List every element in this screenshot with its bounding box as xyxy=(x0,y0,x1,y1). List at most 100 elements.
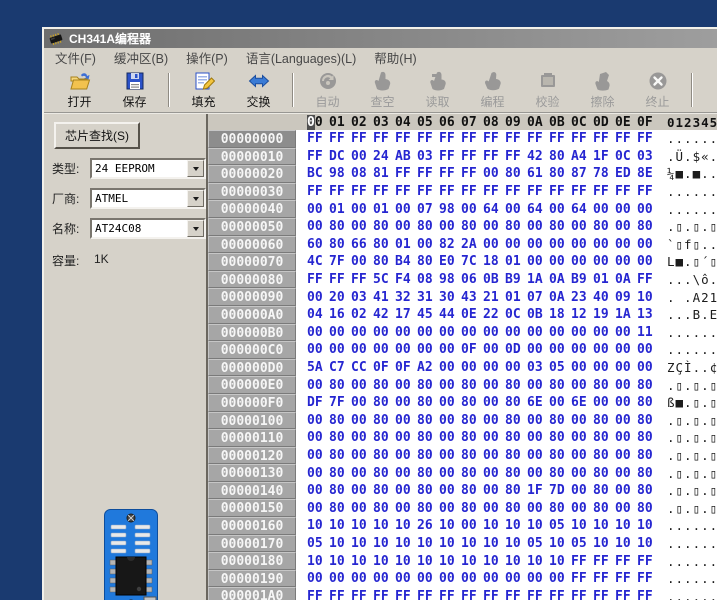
hex-byte-cell[interactable]: 80 xyxy=(593,483,615,498)
hex-byte-cell[interactable]: 0A xyxy=(549,290,571,305)
hex-byte-cell[interactable]: 87 xyxy=(571,166,593,181)
hex-byte-cell[interactable]: 64 xyxy=(571,202,593,217)
toolbar-button-fill[interactable]: 填充 xyxy=(176,69,231,111)
hex-byte-cell[interactable]: 10 xyxy=(373,518,395,533)
hex-byte-cell[interactable]: FF xyxy=(571,571,593,586)
hex-byte-cell[interactable]: FF xyxy=(351,589,373,600)
hex-byte-cell[interactable]: 6E xyxy=(527,395,549,410)
hex-byte-cell[interactable]: 80 xyxy=(417,413,439,428)
hex-byte-cell[interactable]: 80 xyxy=(417,483,439,498)
hex-byte-cell[interactable]: 00 xyxy=(461,202,483,217)
hex-byte-cell[interactable]: FF xyxy=(307,149,329,164)
hex-byte-cell[interactable]: 00 xyxy=(307,413,329,428)
hex-byte-cell[interactable]: FF xyxy=(395,184,417,199)
hex-byte-cell[interactable]: FF xyxy=(571,554,593,569)
hex-byte-cell[interactable]: 00 xyxy=(307,219,329,234)
hex-byte-cell[interactable]: 01 xyxy=(373,202,395,217)
hex-byte-cell[interactable]: FF xyxy=(593,571,615,586)
hex-byte-cell[interactable]: 80 xyxy=(329,448,351,463)
hex-byte-cell[interactable]: FF xyxy=(637,571,659,586)
hex-byte-cell[interactable]: 80 xyxy=(373,501,395,516)
hex-byte-cell[interactable]: 13 xyxy=(637,307,659,322)
hex-byte-cell[interactable]: 00 xyxy=(615,254,637,269)
hex-byte-cell[interactable]: 80 xyxy=(329,483,351,498)
hex-byte-cell[interactable]: FF xyxy=(527,184,549,199)
hex-byte-cell[interactable]: 05 xyxy=(549,518,571,533)
menu-item-file[interactable]: 文件(F) xyxy=(46,48,105,67)
hex-byte-cell[interactable]: 0F xyxy=(395,360,417,375)
hex-byte-cell[interactable]: 00 xyxy=(351,219,373,234)
hex-byte-cell[interactable]: 80 xyxy=(417,378,439,393)
hex-byte-cell[interactable]: 00 xyxy=(527,430,549,445)
hex-byte-cell[interactable]: 10 xyxy=(307,554,329,569)
dropdown-arrow-icon[interactable] xyxy=(187,190,204,207)
hex-byte-cell[interactable]: 17 xyxy=(395,307,417,322)
hex-byte-cell[interactable]: FF xyxy=(395,166,417,181)
hex-byte-cell[interactable]: 10 xyxy=(395,518,417,533)
hex-byte-cell[interactable]: 00 xyxy=(549,202,571,217)
hex-byte-cell[interactable]: 98 xyxy=(439,202,461,217)
hex-byte-cell[interactable]: 00 xyxy=(395,571,417,586)
ascii-cell[interactable]: . .A21 xyxy=(667,290,717,305)
hex-byte-cell[interactable]: 00 xyxy=(483,448,505,463)
ascii-cell[interactable]: ...... xyxy=(667,131,717,146)
hex-byte-cell[interactable]: 10 xyxy=(593,518,615,533)
hex-byte-cell[interactable]: 00 xyxy=(593,237,615,252)
hex-byte-cell[interactable]: 10 xyxy=(439,554,461,569)
hex-byte-cell[interactable]: 32 xyxy=(395,290,417,305)
hex-byte-cell[interactable]: 81 xyxy=(373,166,395,181)
hex-byte-cell[interactable]: 0A xyxy=(615,272,637,287)
ascii-cell[interactable]: ...... xyxy=(667,554,717,569)
ascii-cell[interactable]: ...... xyxy=(667,342,717,357)
hex-byte-cell[interactable]: FF xyxy=(461,166,483,181)
hex-byte-cell[interactable]: 80 xyxy=(417,466,439,481)
menu-item-language[interactable]: 语言(Languages)(L) xyxy=(237,48,365,67)
toolbar-button-open[interactable]: 打开 xyxy=(52,69,107,111)
ascii-cell[interactable]: ...\ô. xyxy=(667,272,717,287)
hex-byte-cell[interactable]: C7 xyxy=(329,360,351,375)
hex-byte-cell[interactable]: FF xyxy=(307,272,329,287)
hex-byte-cell[interactable]: 00 xyxy=(351,483,373,498)
hex-byte-cell[interactable]: 00 xyxy=(439,501,461,516)
hex-byte-cell[interactable]: FF xyxy=(329,272,351,287)
hex-byte-cell[interactable]: 80 xyxy=(549,466,571,481)
hex-byte-cell[interactable]: 80 xyxy=(549,413,571,428)
hex-byte-cell[interactable]: 00 xyxy=(527,571,549,586)
hex-byte-cell[interactable]: 80 xyxy=(461,466,483,481)
hex-byte-cell[interactable]: FF xyxy=(505,184,527,199)
hex-byte-cell[interactable]: 42 xyxy=(373,307,395,322)
hex-byte-cell[interactable]: 00 xyxy=(307,501,329,516)
hex-byte-cell[interactable]: FF xyxy=(329,184,351,199)
dropdown-arrow-icon[interactable] xyxy=(187,160,204,177)
hex-byte-cell[interactable]: 00 xyxy=(417,342,439,357)
toolbar-button-program[interactable]: 编程 xyxy=(465,69,520,111)
hex-byte-cell[interactable]: 1A xyxy=(527,272,549,287)
hex-byte-cell[interactable]: B9 xyxy=(505,272,527,287)
hex-byte-cell[interactable]: 00 xyxy=(417,571,439,586)
hex-byte-cell[interactable]: 00 xyxy=(571,378,593,393)
hex-byte-cell[interactable]: FF xyxy=(351,184,373,199)
hex-byte-cell[interactable]: 00 xyxy=(615,413,637,428)
toolbar-button-save[interactable]: 保存 xyxy=(107,69,162,111)
hex-byte-cell[interactable]: ED xyxy=(615,166,637,181)
hex-byte-cell[interactable]: 00 xyxy=(439,413,461,428)
hex-byte-cell[interactable]: 1F xyxy=(593,149,615,164)
hex-byte-cell[interactable]: 42 xyxy=(527,149,549,164)
hex-byte-cell[interactable]: 10 xyxy=(461,554,483,569)
hex-byte-cell[interactable]: FF xyxy=(439,149,461,164)
hex-byte-cell[interactable]: 00 xyxy=(593,395,615,410)
hex-byte-cell[interactable]: 80 xyxy=(329,237,351,252)
hex-byte-cell[interactable]: FF xyxy=(615,571,637,586)
hex-byte-cell[interactable]: B9 xyxy=(571,272,593,287)
hex-byte-cell[interactable]: 00 xyxy=(439,448,461,463)
hex-byte-cell[interactable]: FF xyxy=(483,149,505,164)
hex-byte-cell[interactable]: 80 xyxy=(593,501,615,516)
hex-byte-cell[interactable]: FF xyxy=(329,589,351,600)
hex-byte-cell[interactable]: 00 xyxy=(593,325,615,340)
hex-byte-cell[interactable]: 80 xyxy=(417,448,439,463)
hex-byte-cell[interactable]: 0F xyxy=(373,360,395,375)
hex-byte-cell[interactable]: 80 xyxy=(637,466,659,481)
hex-byte-cell[interactable]: 00 xyxy=(439,395,461,410)
hex-byte-cell[interactable]: 41 xyxy=(373,290,395,305)
hex-byte-cell[interactable]: FF xyxy=(417,184,439,199)
